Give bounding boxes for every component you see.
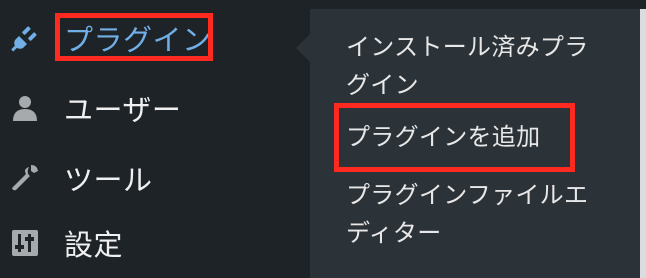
settings-sliders-icon xyxy=(10,228,40,258)
submenu-pointer xyxy=(296,34,310,62)
submenu-item-label-line2: ディター xyxy=(346,219,442,247)
submenu-item-label: プラグインを追加 xyxy=(346,123,541,151)
submenu-item-plugin-file-editor[interactable]: プラグインファイルエ ディター xyxy=(346,176,588,252)
submenu-item-label-line2: グイン xyxy=(346,71,419,99)
sidebar-item-users[interactable]: ユーザー xyxy=(0,76,310,140)
content-edge xyxy=(640,9,646,278)
sidebar-item-label: 設定 xyxy=(64,228,124,262)
wrench-icon xyxy=(10,163,40,193)
sidebar-item-label: ユーザー xyxy=(64,93,182,127)
admin-sidebar: プラグイン ユーザー ツール 設定 xyxy=(0,0,310,278)
sidebar-item-tools[interactable]: ツール xyxy=(0,146,310,210)
user-icon xyxy=(10,93,40,123)
sidebar-item-settings[interactable]: 設定 xyxy=(0,211,310,275)
plugin-icon xyxy=(10,23,40,53)
sidebar-item-label: プラグイン xyxy=(64,23,212,57)
submenu-item-installed-plugins[interactable]: インストール済みプラ グイン xyxy=(346,28,589,104)
sidebar-item-plugins[interactable]: プラグイン xyxy=(0,6,310,70)
submenu-item-label: プラグインファイルエ xyxy=(346,181,589,209)
submenu-item-label: インストール済みプラ xyxy=(346,33,589,61)
sidebar-item-label: ツール xyxy=(64,163,153,197)
submenu-item-add-plugin[interactable]: プラグインを追加 xyxy=(346,118,540,156)
